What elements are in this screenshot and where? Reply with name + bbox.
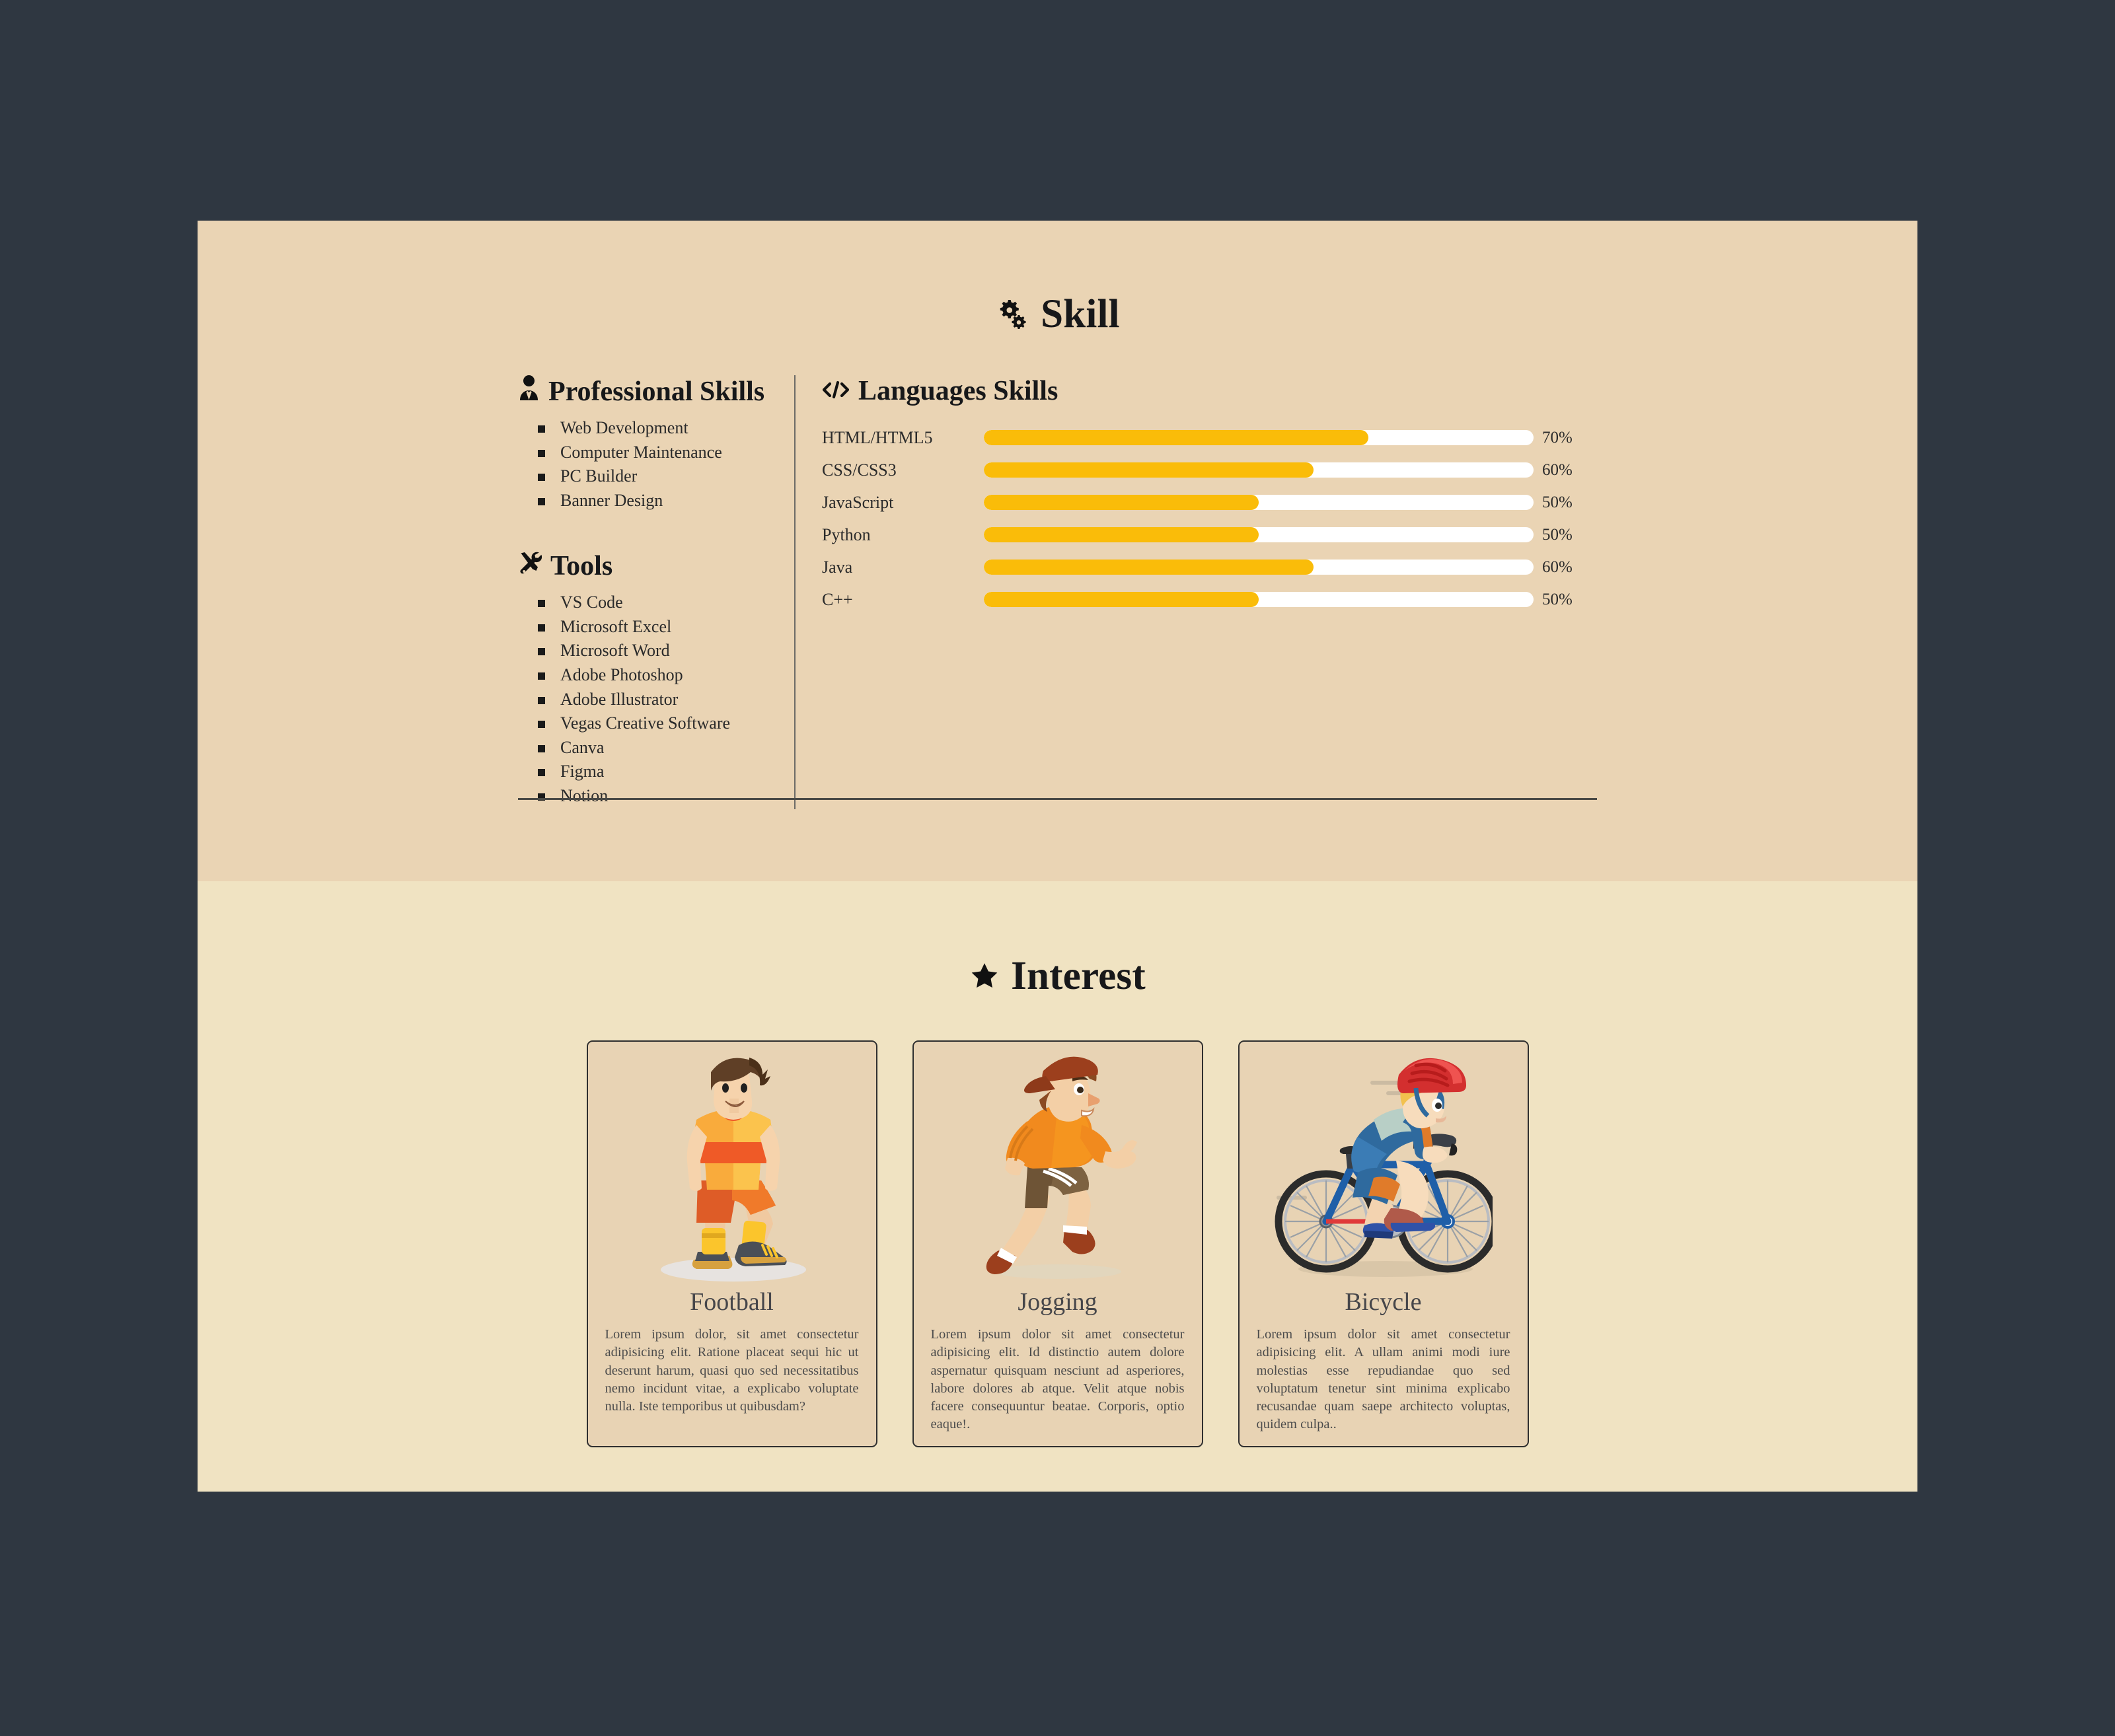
skill-section-divider — [518, 798, 1597, 800]
skill-columns: Professional Skills Web Development Comp… — [198, 375, 1917, 809]
language-percent: 50% — [1542, 525, 1573, 544]
person-tie-icon — [518, 375, 540, 408]
language-label: Java — [822, 557, 853, 577]
language-percent: 60% — [1542, 558, 1573, 576]
card-description: Lorem ipsum dolor, sit amet consectetur … — [605, 1327, 859, 1414]
list-item: Microsoft Word — [538, 639, 770, 663]
language-label: HTML/HTML5 — [822, 427, 933, 447]
language-progress-fill — [984, 462, 1314, 478]
professional-skills-heading: Professional Skills — [518, 375, 770, 408]
jogging-man-illustration — [914, 1042, 1202, 1286]
list-item: Microsoft Excel — [538, 616, 770, 639]
language-progress-fill — [984, 592, 1259, 607]
languages-skills-heading: Languages Skills — [822, 375, 1917, 407]
professional-skills-list: Web Development Computer Maintenance PC … — [518, 417, 770, 512]
language-row-javascript: JavaScript 50% — [822, 486, 1917, 519]
language-progress-track — [984, 527, 1534, 542]
language-percent: 60% — [1542, 460, 1573, 479]
skill-right-column: Languages Skills HTML/HTML5 70% CSS/CSS3 — [796, 375, 1917, 809]
interest-card-football[interactable]: Football Lorem ipsum dolor, sit amet con… — [586, 1040, 877, 1447]
list-item: Adobe Photoshop — [538, 664, 770, 687]
interest-card-bicycle[interactable]: Bicycle Lorem ipsum dolor sit amet conse… — [1238, 1040, 1529, 1447]
language-progress-track — [984, 462, 1534, 478]
language-percent: 70% — [1542, 428, 1573, 447]
language-label: C++ — [822, 589, 853, 609]
language-progress-fill — [984, 495, 1259, 510]
card-description: Lorem ipsum dolor sit amet consectetur a… — [1256, 1327, 1510, 1432]
list-item: Canva — [538, 737, 770, 760]
languages-bar-list: HTML/HTML5 70% CSS/CSS3 60% JavaScript 5… — [822, 421, 1917, 616]
wrench-screwdriver-icon — [518, 550, 542, 582]
language-progress-fill — [984, 560, 1314, 575]
list-item: Computer Maintenance — [538, 441, 770, 464]
list-item: Web Development — [538, 417, 770, 440]
language-progress-track — [984, 592, 1534, 607]
code-tag-icon — [822, 375, 850, 407]
language-percent: 50% — [1542, 493, 1573, 511]
language-row-cpp: C++ 50% — [822, 583, 1917, 616]
skill-left-column: Professional Skills Web Development Comp… — [518, 375, 796, 809]
skill-title-text: Skill — [1041, 292, 1120, 336]
language-progress-track — [984, 560, 1534, 575]
language-label: Python — [822, 524, 871, 544]
interest-section-title: Interest — [198, 953, 1917, 999]
card-title: Bicycle — [1345, 1288, 1422, 1316]
football-player-illustration — [588, 1042, 876, 1286]
cyclist-illustration — [1240, 1042, 1528, 1286]
card-title: Jogging — [1018, 1288, 1097, 1316]
interest-card-jogging[interactable]: Jogging Lorem ipsum dolor sit amet conse… — [912, 1040, 1203, 1447]
interest-section: Interest Football Lorem ipsum dolor, sit… — [198, 881, 1917, 1492]
language-label: JavaScript — [822, 492, 894, 512]
language-progress-track — [984, 430, 1534, 445]
skill-section-title: Skill — [198, 291, 1917, 338]
list-item: PC Builder — [538, 465, 770, 488]
star-icon — [969, 961, 1000, 992]
tools-heading: Tools — [518, 550, 770, 582]
resume-page: Skill Professional Skills Web Developmen… — [198, 221, 1917, 1492]
professional-skills-heading-text: Professional Skills — [548, 376, 765, 407]
list-item: Figma — [538, 760, 770, 783]
card-description: Lorem ipsum dolor sit amet consectetur a… — [930, 1327, 1185, 1432]
interest-card-list: Football Lorem ipsum dolor, sit amet con… — [198, 1040, 1917, 1447]
language-row-python: Python 50% — [822, 519, 1917, 551]
skill-section: Skill Professional Skills Web Developmen… — [198, 221, 1917, 881]
interest-title-text: Interest — [1011, 954, 1146, 998]
language-progress-track — [984, 495, 1534, 510]
list-item: VS Code — [538, 591, 770, 614]
card-title: Football — [690, 1288, 774, 1316]
gears-icon — [995, 297, 1029, 332]
language-progress-fill — [984, 527, 1259, 542]
language-percent: 50% — [1542, 590, 1573, 608]
list-item: Adobe Illustrator — [538, 688, 770, 711]
list-item: Notion — [538, 785, 770, 808]
language-progress-fill — [984, 430, 1369, 445]
list-item: Vegas Creative Software — [538, 712, 770, 735]
language-row-css: CSS/CSS3 60% — [822, 454, 1917, 486]
language-row-java: Java 60% — [822, 551, 1917, 583]
tools-heading-text: Tools — [550, 551, 613, 582]
tools-list: VS Code Microsoft Excel Microsoft Word A… — [518, 591, 770, 807]
language-row-html: HTML/HTML5 70% — [822, 421, 1917, 454]
languages-skills-heading-text: Languages Skills — [858, 376, 1058, 406]
list-item: Banner Design — [538, 489, 770, 513]
language-label: CSS/CSS3 — [822, 460, 897, 480]
